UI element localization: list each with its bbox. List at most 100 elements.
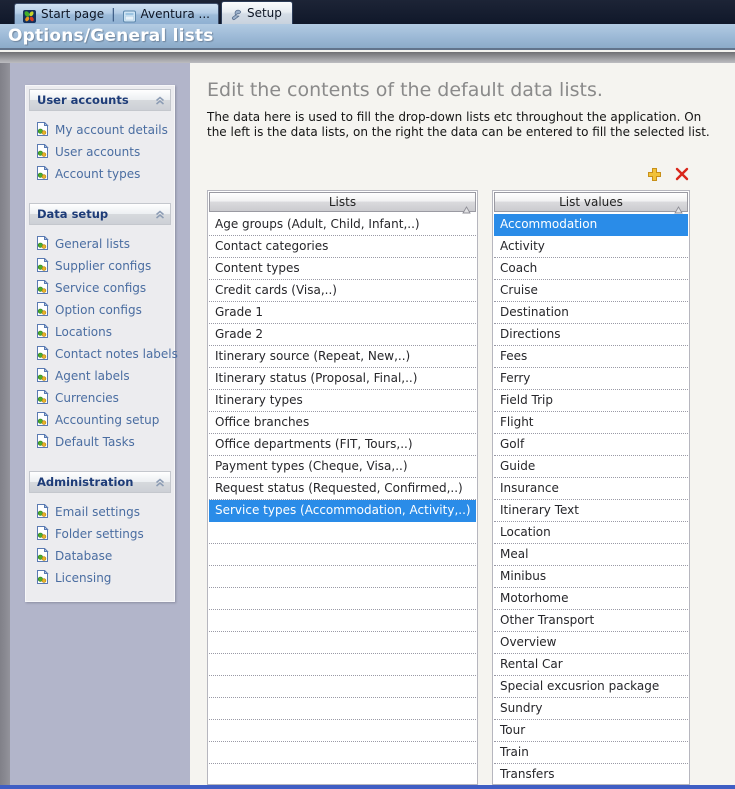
sidebar-item-folder-settings[interactable]: Folder settings [35, 523, 171, 545]
value-row[interactable]: Ferry [494, 368, 688, 390]
value-row[interactable]: Special excusrion package [494, 676, 688, 698]
title-shadow [0, 52, 735, 63]
value-row[interactable]: Activity [494, 236, 688, 258]
tab-aventura[interactable]: Aventura ... [141, 7, 210, 21]
value-row[interactable]: Transfers [494, 764, 688, 784]
list-row[interactable]: Request status (Requested, Confirmed,..) [209, 478, 476, 500]
list-row-empty[interactable] [209, 632, 476, 654]
value-row[interactable]: Flight [494, 412, 688, 434]
value-row[interactable]: Destination [494, 302, 688, 324]
list-row-empty[interactable] [209, 544, 476, 566]
value-row[interactable]: Tour [494, 720, 688, 742]
tab-start-page[interactable]: Start page [41, 7, 104, 21]
sidebar-item-service-configs[interactable]: Service configs [35, 277, 171, 299]
value-row[interactable]: Meal [494, 544, 688, 566]
list-row[interactable]: Contact categories [209, 236, 476, 258]
list-row[interactable]: Office branches [209, 412, 476, 434]
sidebar-item-list: Email settingsFolder settingsDatabaseLic… [29, 493, 171, 593]
value-row[interactable]: Train [494, 742, 688, 764]
sidebar-section-header[interactable]: Administration [29, 471, 171, 493]
sidebar-item-database[interactable]: Database [35, 545, 171, 567]
lists-header[interactable]: Lists [209, 192, 476, 212]
sidebar-item-supplier-configs[interactable]: Supplier configs [35, 255, 171, 277]
sidebar-item-option-configs[interactable]: Option configs [35, 299, 171, 321]
sidebar-item-account-types[interactable]: Account types [35, 163, 171, 185]
page-icon [35, 411, 49, 430]
value-row[interactable]: Sundry [494, 698, 688, 720]
list-row-empty[interactable] [209, 698, 476, 720]
sidebar-item-my-account-details[interactable]: My account details [35, 119, 171, 141]
value-row[interactable]: Insurance [494, 478, 688, 500]
list-row-empty[interactable] [209, 566, 476, 588]
value-row[interactable]: Field Trip [494, 390, 688, 412]
list-row[interactable]: Itinerary types [209, 390, 476, 412]
sidebar-item-locations[interactable]: Locations [35, 321, 171, 343]
value-row[interactable]: Minibus [494, 566, 688, 588]
sidebar-item-general-lists[interactable]: General lists [35, 233, 171, 255]
tab-setup-label: Setup [247, 6, 282, 20]
sidebar-item-contact-notes-labels[interactable]: Contact notes labels [35, 343, 171, 365]
sidebar-item-accounting-setup[interactable]: Accounting setup [35, 409, 171, 431]
value-row[interactable]: Directions [494, 324, 688, 346]
navigation-column: User accountsMy account detailsUser acco… [10, 63, 190, 785]
list-values-header[interactable]: List values [494, 192, 688, 212]
list-row-empty[interactable] [209, 676, 476, 698]
list-row[interactable]: Grade 1 [209, 302, 476, 324]
tab-setup[interactable]: Setup [221, 1, 293, 24]
page-icon [35, 301, 49, 320]
sidebar-item-agent-labels[interactable]: Agent labels [35, 365, 171, 387]
list-row-empty[interactable] [209, 610, 476, 632]
sidebar-panel: User accountsMy account detailsUser acco… [25, 85, 175, 602]
list-row-empty[interactable] [209, 742, 476, 764]
list-row-empty[interactable] [209, 522, 476, 544]
sidebar-section-title: User accounts [37, 93, 129, 107]
list-row[interactable]: Credit cards (Visa,..) [209, 280, 476, 302]
value-row[interactable]: Rental Car [494, 654, 688, 676]
list-row-empty[interactable] [209, 588, 476, 610]
value-row[interactable]: Motorhome [494, 588, 688, 610]
list-row-empty[interactable] [209, 720, 476, 742]
value-row[interactable]: Fees [494, 346, 688, 368]
list-row[interactable]: Age groups (Adult, Child, Infant,..) [209, 214, 476, 236]
list-row[interactable]: Content types [209, 258, 476, 280]
sidebar-item-licensing[interactable]: Licensing [35, 567, 171, 589]
sidebar-item-label: Contact notes labels [55, 347, 178, 361]
sidebar-item-email-settings[interactable]: Email settings [35, 501, 171, 523]
sidebar-section-header[interactable]: Data setup [29, 203, 171, 225]
list-row[interactable]: Grade 2 [209, 324, 476, 346]
value-row[interactable]: Location [494, 522, 688, 544]
list-row-empty[interactable] [209, 764, 476, 784]
sidebar-item-label: Agent labels [55, 369, 130, 383]
list-row[interactable]: Itinerary status (Proposal, Final,..) [209, 368, 476, 390]
collapse-chevron-icon[interactable] [155, 91, 165, 110]
page-icon [35, 143, 49, 162]
sidebar-item-default-tasks[interactable]: Default Tasks [35, 431, 171, 453]
list-values-toolbar [645, 165, 691, 183]
sidebar-item-label: Account types [55, 167, 140, 181]
delete-value-button[interactable] [673, 165, 691, 183]
value-row[interactable]: Other Transport [494, 610, 688, 632]
sidebar-section-header[interactable]: User accounts [29, 89, 171, 111]
page-icon [35, 257, 49, 276]
value-row[interactable]: Cruise [494, 280, 688, 302]
value-row[interactable]: Accommodation [494, 214, 688, 236]
value-row[interactable]: Coach [494, 258, 688, 280]
sidebar-item-user-accounts[interactable]: User accounts [35, 141, 171, 163]
collapse-chevron-icon[interactable] [155, 205, 165, 224]
page-icon [35, 547, 49, 566]
list-row[interactable]: Payment types (Cheque, Visa,..) [209, 456, 476, 478]
value-row[interactable]: Golf [494, 434, 688, 456]
list-row[interactable]: Office departments (FIT, Tours,..) [209, 434, 476, 456]
sidebar-item-currencies[interactable]: Currencies [35, 387, 171, 409]
list-row-empty[interactable] [209, 654, 476, 676]
sidebar-item-label: General lists [55, 237, 130, 251]
value-row[interactable]: Itinerary Text [494, 500, 688, 522]
page-icon [35, 389, 49, 408]
list-row[interactable]: Service types (Accommodation, Activity,.… [209, 500, 476, 522]
collapse-chevron-icon[interactable] [155, 473, 165, 492]
list-row[interactable]: Itinerary source (Repeat, New,..) [209, 346, 476, 368]
value-row[interactable]: Overview [494, 632, 688, 654]
page-icon [35, 121, 49, 140]
value-row[interactable]: Guide [494, 456, 688, 478]
add-value-button[interactable] [645, 165, 663, 183]
